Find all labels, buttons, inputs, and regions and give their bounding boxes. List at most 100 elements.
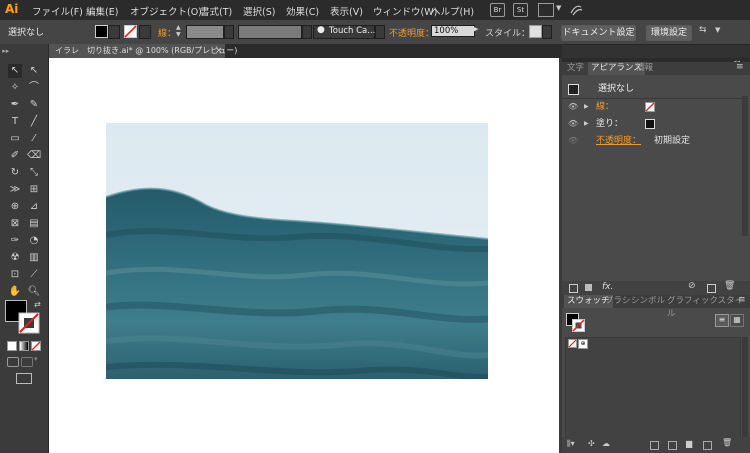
slice-tool-icon[interactable]: ⟋ bbox=[27, 268, 41, 282]
preferences-button[interactable]: 環境設定 bbox=[646, 25, 692, 41]
draw-behind-icon[interactable] bbox=[21, 357, 33, 367]
draw-mode-chevron-icon[interactable]: ▾ bbox=[34, 355, 38, 363]
gradient-mode-icon[interactable] bbox=[19, 341, 29, 351]
tab-character[interactable]: 文字 bbox=[564, 62, 587, 75]
clear-appearance-icon[interactable]: ⊘ bbox=[688, 281, 696, 291]
stroke-weight-dropdown[interactable] bbox=[224, 25, 234, 39]
add-to-library-icon[interactable]: ✣ bbox=[588, 439, 595, 448]
curvature-tool-icon[interactable]: ✎ bbox=[27, 98, 41, 112]
stroke-weight-field[interactable] bbox=[186, 25, 224, 39]
new-swatch-icon[interactable] bbox=[703, 441, 712, 450]
menu-file[interactable]: ファイル(F) bbox=[32, 4, 83, 18]
add-fill-icon[interactable] bbox=[585, 284, 592, 291]
opacity-row-label[interactable]: 不透明度： bbox=[596, 133, 641, 149]
stroke-row-label[interactable]: 線： bbox=[596, 99, 614, 115]
bridge-icon[interactable]: Br bbox=[490, 3, 505, 17]
appearance-scrollbar[interactable] bbox=[742, 96, 748, 236]
zoom-tool-icon[interactable]: 🔍︎ bbox=[27, 285, 41, 299]
expand-arrow-icon[interactable]: ▶ bbox=[584, 116, 589, 132]
menu-select[interactable]: 選択(S) bbox=[243, 4, 275, 18]
menu-window[interactable]: ウィンドウ(W) bbox=[373, 4, 437, 18]
rotate-tool-icon[interactable]: ↻ bbox=[8, 166, 22, 180]
style-dropdown[interactable] bbox=[542, 25, 552, 39]
opacity-label[interactable]: 不透明度： bbox=[389, 26, 434, 39]
scale-tool-icon[interactable]: ⤡ bbox=[27, 166, 41, 180]
stroke-color-box[interactable] bbox=[18, 312, 40, 334]
brush-definition[interactable]: ● Touch Ca... bbox=[313, 25, 375, 39]
panel-menu-chevron-icon[interactable]: ▼ bbox=[715, 26, 720, 34]
list-view-icon[interactable]: ≡ bbox=[715, 314, 729, 327]
show-swatch-kinds-icon[interactable] bbox=[650, 441, 659, 450]
stroke-row[interactable]: 👁︎ ▶ 線： bbox=[562, 99, 750, 115]
delete-swatch-icon[interactable]: 🗑︎ bbox=[722, 438, 732, 447]
menu-object[interactable]: オブジェクト(O) bbox=[130, 4, 202, 18]
draw-mode-icon[interactable] bbox=[7, 357, 19, 367]
swatch-registration[interactable]: ⊕ bbox=[578, 339, 588, 349]
free-transform-tool-icon[interactable]: ⊞ bbox=[27, 183, 41, 197]
eyedropper-tool-icon[interactable]: ✑ bbox=[8, 234, 22, 248]
paintbrush-tool-icon[interactable]: ⁄ bbox=[27, 132, 41, 146]
fill-row-label[interactable]: 塗り： bbox=[596, 116, 623, 132]
swap-colors-icon[interactable]: ⇄ bbox=[34, 300, 41, 309]
artboard-tool-icon[interactable]: ⊡ bbox=[8, 268, 22, 282]
graphic-style-swatch[interactable] bbox=[529, 25, 542, 38]
hand-tool-icon[interactable]: ✋ bbox=[8, 285, 22, 299]
chevron-down-icon[interactable]: ▼ bbox=[556, 4, 561, 12]
swatch-options-icon[interactable] bbox=[668, 441, 677, 450]
document-setup-button[interactable]: ドキュメント設定 bbox=[561, 25, 636, 41]
width-tool-icon[interactable]: ≫ bbox=[8, 183, 22, 197]
arrange-documents-icon[interactable] bbox=[538, 3, 554, 17]
shape-builder-tool-icon[interactable]: ⊕ bbox=[8, 200, 22, 214]
new-color-group-icon[interactable]: ▆ bbox=[686, 439, 692, 448]
stroke-none-icon[interactable] bbox=[645, 102, 655, 112]
swatch-none[interactable] bbox=[568, 339, 577, 348]
menu-effect[interactable]: 効果(C) bbox=[286, 4, 319, 18]
swatch-stroke-indicator[interactable] bbox=[572, 319, 585, 332]
menu-help[interactable]: ヘルプ(H) bbox=[431, 4, 474, 18]
none-mode-icon[interactable] bbox=[31, 341, 41, 351]
menu-view[interactable]: 表示(V) bbox=[330, 4, 363, 18]
selection-tool-icon[interactable]: ↖ bbox=[8, 64, 22, 78]
add-stroke-icon[interactable] bbox=[569, 284, 578, 293]
visibility-eye-icon[interactable]: 👁︎ bbox=[568, 116, 578, 132]
duplicate-item-icon[interactable] bbox=[707, 284, 716, 293]
shaper-tool-icon[interactable]: ✐ bbox=[8, 149, 22, 163]
variable-width-profile[interactable] bbox=[238, 25, 302, 39]
screen-mode-icon[interactable] bbox=[16, 373, 32, 384]
visibility-eye-icon[interactable]: 👁︎ bbox=[568, 99, 578, 115]
tab-info[interactable]: 情報 bbox=[633, 62, 656, 75]
symbol-sprayer-tool-icon[interactable]: ☢ bbox=[8, 251, 22, 265]
expand-arrow-icon[interactable]: ▶ bbox=[584, 99, 589, 115]
stock-icon[interactable]: St bbox=[513, 3, 528, 17]
fill-row[interactable]: 👁︎ ▶ 塗り： bbox=[562, 116, 750, 132]
grid-view-icon[interactable]: ▦ bbox=[730, 314, 744, 327]
pen-tool-icon[interactable]: ✒ bbox=[8, 98, 22, 112]
close-tab-icon[interactable]: × bbox=[215, 44, 223, 58]
line-tool-icon[interactable]: ╱ bbox=[27, 115, 41, 129]
swatches-scrollbar[interactable] bbox=[742, 337, 748, 437]
opacity-arrow-icon[interactable]: ▶ bbox=[473, 25, 478, 33]
panel-menu-icon[interactable]: ≡ bbox=[736, 62, 744, 72]
ocean-wave-photo[interactable] bbox=[106, 123, 488, 379]
menu-edit[interactable]: 編集(E) bbox=[86, 4, 118, 18]
opacity-input[interactable] bbox=[431, 25, 475, 37]
fill-black-swatch[interactable] bbox=[645, 119, 655, 129]
stroke-label[interactable]: 線： bbox=[158, 26, 176, 39]
document-tab[interactable]: イラレ 切り抜き.ai* @ 100% (RGB/プレビュー) × bbox=[49, 44, 237, 58]
brush-dropdown[interactable] bbox=[375, 25, 385, 39]
stroke-weight-stepper[interactable]: ▲ ▼ bbox=[176, 24, 184, 38]
eraser-tool-icon[interactable]: ⌫ bbox=[27, 149, 41, 163]
swatches-menu-icon[interactable]: ≡ bbox=[738, 295, 746, 305]
profile-dropdown[interactable] bbox=[302, 25, 312, 39]
fill-swatch[interactable] bbox=[95, 25, 108, 38]
sync-icon[interactable] bbox=[568, 3, 584, 16]
stroke-none-swatch[interactable] bbox=[124, 25, 137, 38]
lasso-tool-icon[interactable]: ⌒ bbox=[27, 81, 41, 95]
color-mode-icon[interactable] bbox=[7, 341, 17, 351]
tools-collapse-icon[interactable]: ▸▸ bbox=[0, 44, 48, 58]
magic-wand-tool-icon[interactable]: ✧ bbox=[8, 81, 22, 95]
graph-tool-icon[interactable]: ▥ bbox=[27, 251, 41, 265]
type-tool-icon[interactable]: T bbox=[8, 115, 22, 129]
cloud-library-icon[interactable]: ☁ bbox=[602, 439, 610, 448]
menu-type[interactable]: 書式(T) bbox=[200, 4, 232, 18]
